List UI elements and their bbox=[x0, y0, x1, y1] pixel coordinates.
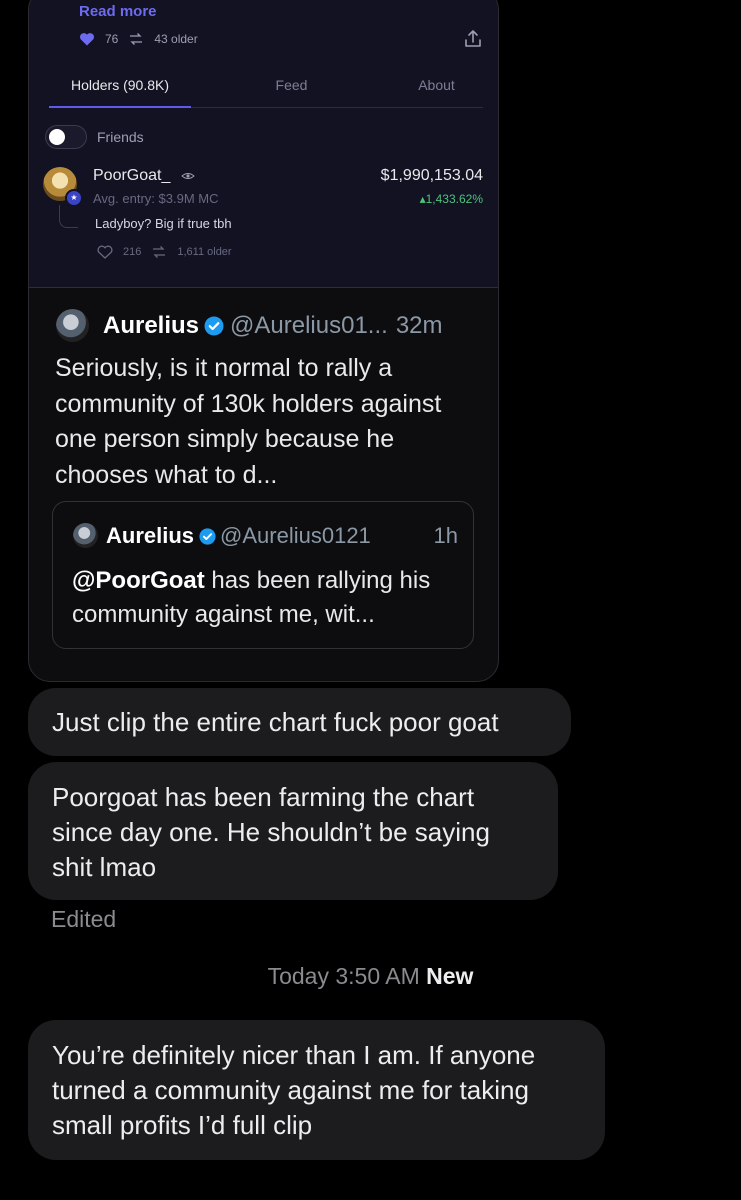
quoted-author-handle[interactable]: @Aurelius0121 bbox=[220, 523, 371, 548]
comment-stats: 216 1,611 older bbox=[97, 245, 232, 259]
tweet[interactable]: Aurelius @Aurelius01... 32m Seriously, is … bbox=[29, 287, 498, 681]
holder-gain: ▴1,433.62% bbox=[419, 192, 483, 206]
share-icon[interactable] bbox=[463, 29, 483, 49]
edited-label: Edited bbox=[51, 906, 117, 932]
tweet-header: Aurelius @Aurelius01... 32m bbox=[103, 311, 443, 341]
token-app-panel: Read more 76 43 older Holders (90.8K) Fe… bbox=[29, 0, 498, 288]
reply-thread-line bbox=[59, 205, 78, 228]
comment-reposts-count: 1,611 older bbox=[177, 246, 232, 258]
reposts-count: 43 older bbox=[154, 32, 198, 46]
mention-link[interactable]: @PoorGoat bbox=[72, 567, 205, 594]
timestamp-text: Today 3:50 AM bbox=[267, 963, 420, 989]
timestamp-divider: Today 3:50 AM New bbox=[0, 963, 741, 990]
holder-name-row: PoorGoat_ bbox=[93, 167, 195, 185]
holders-tabs: Holders (90.8K) Feed About bbox=[49, 73, 483, 108]
friends-toggle-label: Friends bbox=[97, 129, 144, 145]
message-bubble[interactable]: Just clip the entire chart fuck poor goa… bbox=[28, 688, 571, 756]
new-label: New bbox=[426, 963, 474, 989]
eye-icon bbox=[181, 172, 195, 179]
verified-badge-icon bbox=[199, 528, 216, 545]
post-stats: 76 43 older bbox=[79, 32, 198, 46]
avatar[interactable] bbox=[56, 309, 89, 342]
holder-value: $1,990,153.04 bbox=[380, 167, 483, 184]
message-text: Poorgoat has been farming the chart sinc… bbox=[52, 782, 490, 882]
tweet-text: Seriously, is it normal to rally a commu… bbox=[55, 354, 442, 489]
holder-comment: Ladyboy? Big if true tbh bbox=[95, 216, 232, 231]
tab-holders[interactable]: Holders (90.8K) bbox=[49, 73, 191, 107]
message-bubble[interactable]: Poorgoat has been farming the chart sinc… bbox=[28, 762, 558, 900]
comment-likes-count: 216 bbox=[123, 246, 142, 258]
likes-count: 76 bbox=[105, 32, 119, 46]
message-text: Just clip the entire chart fuck poor goa… bbox=[52, 707, 499, 737]
active-tab-indicator bbox=[49, 106, 191, 108]
message-text: You’re definitely nicer than I am. If an… bbox=[52, 1040, 536, 1140]
read-more-link[interactable]: Read more bbox=[79, 3, 157, 21]
quoted-tweet-header: Aurelius @Aurelius0121 1h bbox=[106, 522, 458, 550]
avatar[interactable] bbox=[73, 523, 98, 548]
author-handle[interactable]: @Aurelius01... bbox=[230, 312, 388, 339]
holder-avg-entry: Avg. entry: $3.9M MC bbox=[93, 191, 219, 206]
holder-name[interactable]: PoorGoat_ bbox=[93, 167, 170, 184]
shared-post-card[interactable]: Read more 76 43 older Holders (90.8K) Fe… bbox=[28, 0, 499, 682]
tweet-time: 32m bbox=[395, 312, 443, 339]
repost-icon[interactable] bbox=[128, 32, 144, 46]
quoted-tweet-text: @PoorGoat has been rallying his communit… bbox=[72, 564, 462, 632]
verified-badge-icon bbox=[204, 316, 224, 336]
quoted-tweet[interactable]: Aurelius @Aurelius0121 1h @PoorGoat has b… bbox=[52, 501, 474, 649]
repost-icon[interactable] bbox=[151, 245, 167, 259]
quoted-author-name[interactable]: Aurelius bbox=[106, 523, 194, 548]
author-name[interactable]: Aurelius bbox=[103, 312, 199, 339]
message-bubble[interactable]: You’re definitely nicer than I am. If an… bbox=[28, 1020, 605, 1160]
conversation-screen: Read more 76 43 older Holders (90.8K) Fe… bbox=[0, 0, 741, 1200]
tab-about[interactable]: About bbox=[364, 73, 498, 107]
toggle-knob bbox=[49, 129, 65, 145]
tab-feed[interactable]: Feed bbox=[219, 73, 364, 107]
quoted-tweet-time: 1h bbox=[433, 523, 458, 548]
friends-toggle[interactable] bbox=[45, 125, 87, 149]
heart-icon[interactable] bbox=[79, 32, 95, 46]
holder-row[interactable]: ★ PoorGoat_ Avg. entry: $3.9M MC $1,990,… bbox=[43, 167, 483, 277]
friends-filter: Friends bbox=[45, 125, 144, 149]
heart-outline-icon[interactable] bbox=[97, 245, 113, 259]
